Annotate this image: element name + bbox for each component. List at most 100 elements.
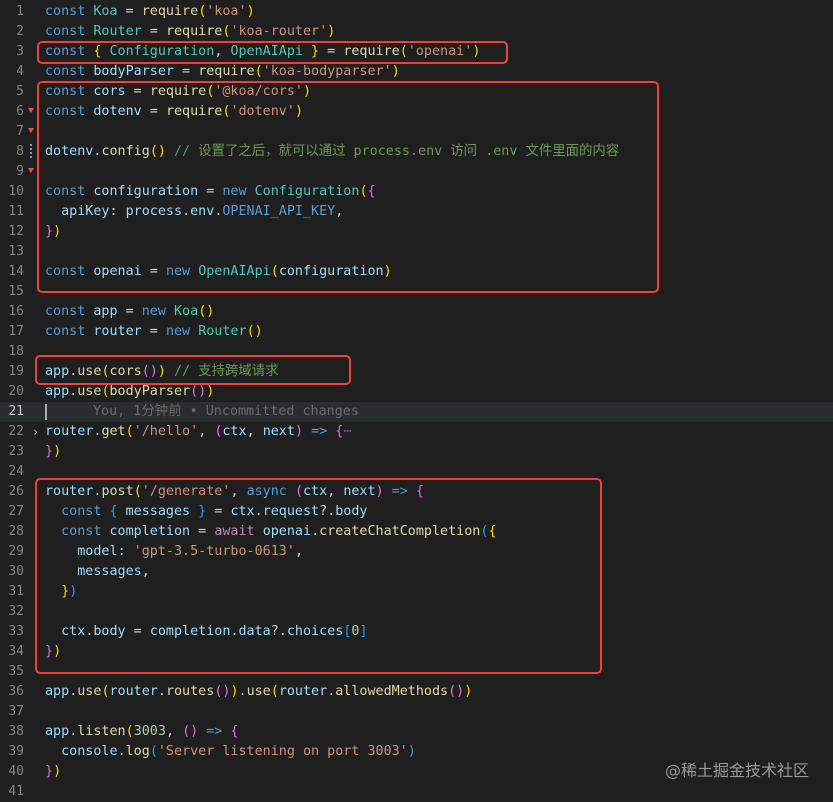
line-number: 9 [16,164,24,179]
code-line[interactable]: 14 const openai = new OpenAIApi(configura… [0,262,833,282]
deleted-line-marker-icon[interactable] [28,108,34,113]
code-text[interactable]: const app = new Koa() [45,302,214,322]
code-line[interactable]: 22 › router.get('/hello', (ctx, next) => {… [0,422,833,442]
line-number: 14 [8,264,24,279]
watermark: @稀土掘金技术社区 [664,761,809,780]
code-text[interactable]: const router = new Router() [45,322,263,342]
deleted-line-marker-icon[interactable] [28,168,34,173]
code-text[interactable]: }) [45,642,61,662]
code-line[interactable]: 33 ctx.body = completion.data?.choices[0… [0,622,833,642]
code-line[interactable]: 13 [0,242,833,262]
code-line[interactable]: 1 const Koa = require('koa') [0,2,833,22]
fold-chevron-icon[interactable]: › [32,422,39,442]
code-text[interactable]: messages, [45,562,150,582]
code-line[interactable]: 23}) [0,442,833,462]
line-number: 36 [8,684,24,699]
code-line[interactable]: 18 [0,342,833,362]
code-text[interactable]: const { messages } = ctx.request?.body [45,502,367,522]
code-line[interactable]: 17 const router = new Router() [0,322,833,342]
code-text[interactable]: const Koa = require('koa') [45,2,255,22]
code-line[interactable]: 12}) [0,222,833,242]
code-line[interactable]: 41 [0,782,833,802]
line-number: 23 [8,444,24,459]
code-line[interactable]: 21 You, 1分钟前 • Uncommitted changes [0,402,833,422]
code-text[interactable]: }) [45,762,61,782]
code-text[interactable]: const Router = require('koa-router') [45,22,335,42]
git-blame-annotation: You, 1分钟前 • Uncommitted changes [93,404,359,419]
line-number: 11 [8,204,24,219]
line-number: 7 [16,124,24,139]
code-line[interactable]: 11 apiKey: process.env.OPENAI_API_KEY, [0,202,833,222]
code-line[interactable]: 26 router.post('/generate', async (ctx, n… [0,482,833,502]
code-text[interactable]: const cors = require('@koa/cors') [45,82,311,102]
line-number: 32 [8,604,24,619]
code-line[interactable]: 27 const { messages } = ctx.request?.bod… [0,502,833,522]
code-text[interactable]: You, 1分钟前 • Uncommitted changes [45,402,359,422]
line-number: 17 [8,324,24,339]
code-line[interactable]: 35 [0,662,833,682]
code-line[interactable]: 3 const { Configuration, OpenAIApi } = re… [0,42,833,62]
code-text[interactable]: dotenv.config() // 设置了之后，就可以通过 process.e… [45,142,619,162]
code-line[interactable]: 30 messages, [0,562,833,582]
code-line[interactable]: 10 const configuration = new Configuratio… [0,182,833,202]
code-text[interactable]: const bodyParser = require('koa-bodypars… [45,62,400,82]
line-number: 3 [16,44,24,59]
line-number: 41 [8,784,24,799]
line-number: 27 [8,504,24,519]
line-number: 18 [8,344,24,359]
code-line[interactable]: 4 const bodyParser = require('koa-bodypar… [0,62,833,82]
line-number: 26 [8,484,24,499]
code-text[interactable]: const openai = new OpenAIApi(configurati… [45,262,392,282]
code-text[interactable]: router.get('/hello', (ctx, next) => {⋯ [45,422,351,442]
code-text[interactable]: model: 'gpt-3.5-turbo-0613', [45,542,303,562]
code-line[interactable]: 2 const Router = require('koa-router') [0,22,833,42]
code-text[interactable]: const configuration = new Configuration(… [45,182,376,202]
code-editor[interactable]: 1 const Koa = require('koa') 2 const Router… [0,0,833,801]
code-line[interactable]: 28 const completion = await openai.creat… [0,522,833,542]
line-number: 8 [16,144,24,159]
deleted-line-marker-icon[interactable] [28,128,34,133]
line-number: 21 [8,404,24,419]
code-text[interactable]: }) [45,442,61,462]
modified-line-marker[interactable] [30,144,32,160]
code-line[interactable]: 20 app.use(bodyParser()) [0,382,833,402]
code-line[interactable]: 16 const app = new Koa() [0,302,833,322]
code-line[interactable]: 36 app.use(router.routes()).use(router.al… [0,682,833,702]
code-line[interactable]: 37 [0,702,833,722]
code-line[interactable]: 8 dotenv.config() // 设置了之后，就可以通过 process.… [0,142,833,162]
line-number: 31 [8,584,24,599]
code-text[interactable]: console.log('Server listening on port 30… [45,742,416,762]
code-line[interactable]: 31 }) [0,582,833,602]
code-line[interactable]: 19 app.use(cors()) // 支持跨域请求 [0,362,833,382]
line-number: 12 [8,224,24,239]
code-text[interactable]: }) [45,222,61,242]
code-text[interactable]: apiKey: process.env.OPENAI_API_KEY, [45,202,343,222]
code-line[interactable]: 24 [0,462,833,482]
code-text[interactable]: const { Configuration, OpenAIApi } = req… [45,42,480,62]
code-text[interactable]: const completion = await openai.createCh… [45,522,496,542]
line-number: 4 [16,64,24,79]
code-line[interactable]: 34}) [0,642,833,662]
code-line[interactable]: 15 [0,282,833,302]
code-text[interactable]: const dotenv = require('dotenv') [45,102,303,122]
code-line[interactable]: 5 const cors = require('@koa/cors') [0,82,833,102]
code-text[interactable]: router.post('/generate', async (ctx, nex… [45,482,424,502]
code-text[interactable]: }) [45,582,77,602]
code-line[interactable]: 6 const dotenv = require('dotenv') [0,102,833,122]
code-text[interactable]: app.use(router.routes()).use(router.allo… [45,682,472,702]
code-text[interactable]: app.use(bodyParser()) [45,382,214,402]
code-line[interactable]: 29 model: 'gpt-3.5-turbo-0613', [0,542,833,562]
code-line[interactable]: 9 [0,162,833,182]
line-number: 10 [8,184,24,199]
code-text[interactable]: app.listen(3003, () => { [45,722,239,742]
line-number: 30 [8,564,24,579]
code-text[interactable]: ctx.body = completion.data?.choices[0] [45,622,367,642]
line-number: 38 [8,724,24,739]
code-line[interactable]: 7 [0,122,833,142]
code-line[interactable]: 38 app.listen(3003, () => { [0,722,833,742]
line-number: 19 [8,364,24,379]
code-text[interactable]: app.use(cors()) // 支持跨域请求 [45,362,279,382]
line-number: 13 [8,244,24,259]
line-number: 39 [8,744,24,759]
code-line[interactable]: 32 [0,602,833,622]
